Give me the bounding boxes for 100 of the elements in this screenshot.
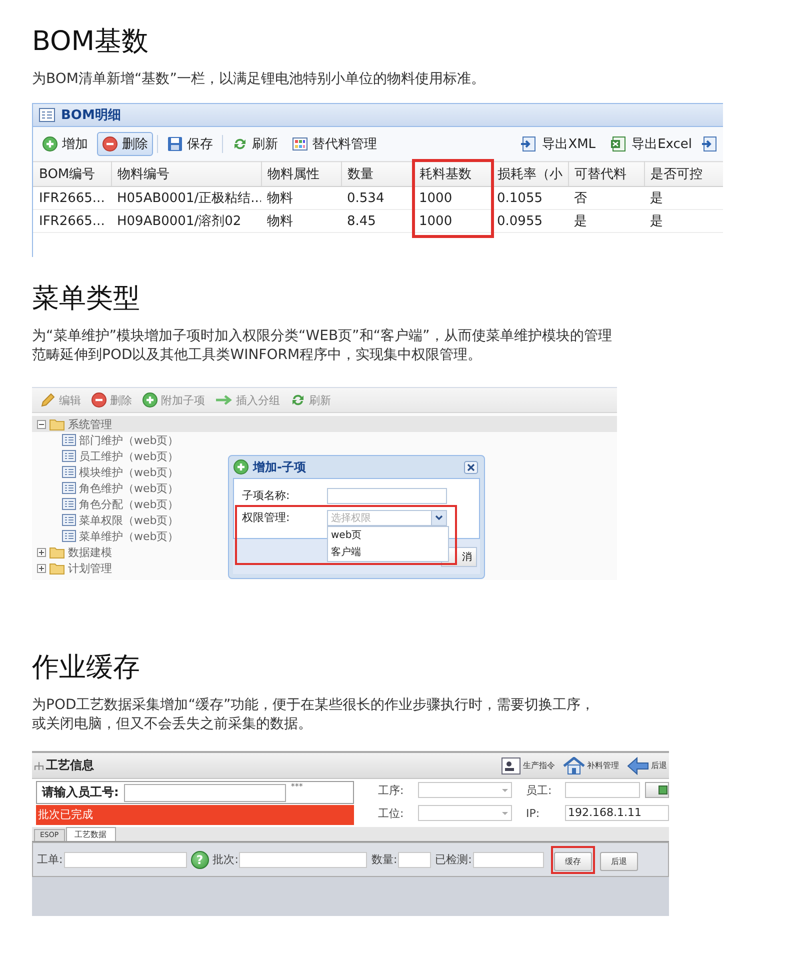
close-icon: [464, 460, 478, 474]
column-header[interactable]: 数量: [341, 162, 413, 186]
list-icon: [62, 530, 76, 542]
caret-icon: [501, 809, 509, 817]
table-cell: 物料: [261, 186, 341, 210]
column-header[interactable]: 可替代料: [568, 162, 644, 186]
list-icon: [39, 108, 55, 122]
toolbar-button[interactable]: 导出XML: [515, 132, 601, 156]
list-icon: [62, 450, 76, 462]
masked-text: ***: [290, 782, 303, 791]
collapse-icon: [37, 420, 46, 428]
input-field[interactable]: [239, 852, 368, 868]
list-icon: [62, 466, 76, 478]
plus-icon: [142, 392, 158, 408]
list-icon: [62, 514, 76, 526]
pencil-icon: [40, 392, 56, 408]
section-heading: 作业缓存: [32, 651, 141, 685]
tree-item[interactable]: 数据建模: [32, 544, 112, 560]
toolbar-button[interactable]: 删除: [97, 132, 153, 156]
input-field[interactable]: [472, 852, 544, 868]
tree-item[interactable]: 菜单权限（web页）: [32, 512, 179, 528]
input-field[interactable]: [64, 852, 187, 868]
document-icon: [701, 136, 719, 152]
table-cell: 0.0955: [491, 210, 568, 232]
toolbar-button[interactable]: 保存: [162, 132, 218, 156]
column-header[interactable]: 耗料基数: [413, 162, 491, 186]
list-icon: [62, 482, 76, 494]
panel-title: 工艺信息: [46, 757, 94, 774]
grid-icon: [292, 136, 308, 152]
dropdown-field[interactable]: [418, 805, 512, 821]
column-header[interactable]: 物料属性: [261, 162, 341, 186]
field-label: IP:: [525, 806, 541, 820]
toolbar-button[interactable]: 导出Excel: [604, 132, 697, 156]
field-label: 权限管理:: [242, 510, 291, 525]
arrow-icon: [215, 393, 233, 407]
table-cell: 是: [568, 210, 644, 232]
minus-icon: [102, 136, 118, 152]
field-label: 员工:: [525, 782, 553, 798]
input-field[interactable]: [565, 782, 640, 798]
expand-icon: [37, 564, 46, 572]
tab[interactable]: 工艺数据: [66, 827, 116, 841]
refresh-icon: [232, 136, 248, 152]
table-cell: 0.1055: [491, 186, 568, 210]
dropdown-option[interactable]: web页: [328, 526, 448, 544]
dropdown-field[interactable]: [418, 782, 512, 798]
column-header[interactable]: 物料编号: [111, 162, 261, 186]
field-label: 子项名称:: [242, 488, 291, 503]
table-cell: IFR2665...: [33, 210, 111, 232]
table-cell: 否: [568, 186, 644, 210]
toolbar-button[interactable]: 后退: [625, 756, 669, 774]
field-label: 批次:: [212, 852, 238, 867]
section-heading: 菜单类型: [32, 282, 141, 316]
table-cell: 1000: [413, 210, 491, 232]
list-icon: [62, 434, 76, 446]
form-button[interactable]: 后退: [600, 852, 638, 870]
toolbar-button[interactable]: 替代料管理: [287, 132, 382, 156]
description-text: 为POD工艺数据采集增加“缓存”功能，便于在某些很长的作业步骤执行时，需要切换工序，: [32, 696, 595, 715]
field-label: 工位:: [377, 806, 405, 820]
field-label: 工单:: [37, 852, 63, 867]
form-button[interactable]: 缓存: [554, 852, 592, 870]
toolbar-button[interactable]: 生产指令: [499, 756, 557, 774]
folder-icon: [49, 546, 65, 558]
folder-icon: [49, 418, 65, 430]
description-text: 为“菜单维护”模块增加子项时加入权限分类“WEB页”和“客户端”，从而使菜单维护模块的管理: [32, 327, 612, 346]
description-text: 范畴延伸到POD以及其他工具类WINFORM程序中，实现集中权限管理。: [32, 346, 482, 365]
table-cell: 1000: [413, 186, 491, 210]
panel-title: BOM明细: [61, 107, 121, 124]
column-header[interactable]: 是否可控: [644, 162, 723, 186]
field-label: 数量:: [371, 852, 398, 867]
tree-item[interactable]: 角色分配（web页）: [32, 496, 179, 512]
tree-item[interactable]: 模块维护（web页）: [32, 464, 179, 480]
toolbar-button[interactable]: 补料管理: [561, 756, 621, 774]
table-cell: IFR2665...: [33, 186, 111, 210]
input-field[interactable]: [327, 488, 447, 504]
tree-item[interactable]: 计划管理: [32, 560, 112, 576]
toolbar-button[interactable]: 刷新: [227, 132, 283, 156]
refresh-icon: [290, 392, 306, 408]
tree-icon: [34, 760, 44, 770]
toolbar-button[interactable]: 增加: [37, 132, 93, 156]
table-cell: H09AB0001/溶剂02: [111, 210, 261, 232]
alert-banner: 批次已完成: [36, 805, 354, 825]
left-arrow-icon: [627, 756, 649, 774]
tree-item[interactable]: 角色维护（web页）: [32, 480, 179, 496]
tree-item[interactable]: 部门维护（web页）: [32, 432, 179, 448]
input-field[interactable]: [124, 784, 286, 802]
column-header[interactable]: BOM编号: [33, 162, 111, 186]
tree-item[interactable]: 员工维护（web页）: [32, 448, 179, 464]
column-header[interactable]: 损耗率（小: [491, 162, 568, 186]
tree-item[interactable]: 系统管理: [32, 416, 617, 432]
table-cell: 8.45: [341, 210, 413, 232]
lookup-button[interactable]: [645, 782, 669, 798]
table-cell: 0.534: [341, 186, 413, 210]
expand-icon: [37, 548, 46, 556]
input-field[interactable]: [398, 852, 432, 868]
plus-icon: [42, 136, 58, 152]
field-label: 已检测:: [435, 852, 472, 867]
tree-item[interactable]: 菜单维护（web页）: [32, 528, 179, 544]
input-field[interactable]: 192.168.1.11: [565, 805, 669, 821]
document-icon: [520, 136, 538, 152]
dialog-title: 增加-子项: [253, 458, 307, 476]
